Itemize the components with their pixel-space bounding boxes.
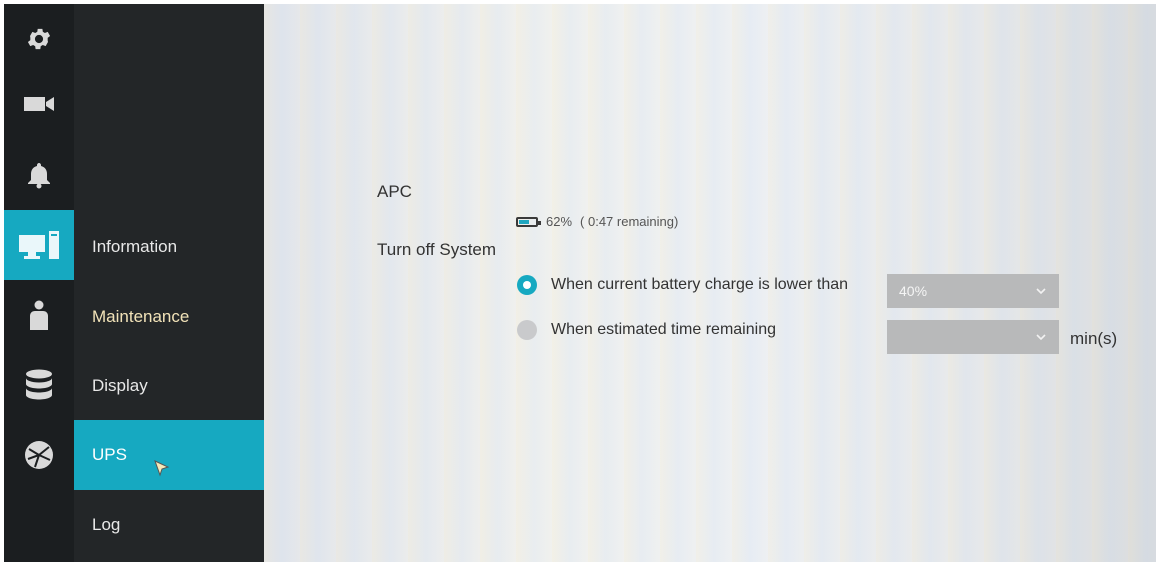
select-value: 40%: [899, 283, 928, 299]
system-submenu: Information Maintenance Display UPS Log: [74, 4, 264, 562]
rail-camera[interactable]: [4, 69, 74, 139]
mouse-pointer-icon: [154, 460, 170, 483]
battery-status: 62% ( 0:47 remaining): [516, 214, 678, 229]
option-label: When current battery charge is lower tha…: [551, 276, 849, 293]
submenu-information[interactable]: Information: [74, 212, 264, 282]
chevron-down-icon: [1035, 330, 1047, 346]
option-battery-charge[interactable]: When current battery charge is lower tha…: [517, 275, 848, 295]
camera-icon: [23, 93, 55, 115]
rail-user[interactable]: [4, 280, 74, 350]
rail-storage[interactable]: [4, 350, 74, 420]
gear-icon: [25, 25, 53, 53]
rail-settings[interactable]: [4, 4, 74, 74]
nvr-settings-window: Information Maintenance Display UPS Log …: [4, 4, 1156, 562]
radio-time-remaining[interactable]: [517, 320, 537, 340]
computer-icon: [18, 230, 60, 260]
submenu-ups[interactable]: UPS: [74, 420, 264, 490]
rail-alarm[interactable]: [4, 140, 74, 210]
bell-icon: [26, 161, 52, 189]
user-icon: [27, 300, 51, 330]
option-time-remaining[interactable]: When estimated time remaining: [517, 320, 776, 340]
database-icon: [24, 369, 54, 401]
submenu-label: Information: [92, 237, 178, 256]
ups-vendor-label: APC: [377, 182, 412, 201]
radio-battery-charge[interactable]: [517, 275, 537, 295]
time-remaining-select[interactable]: [887, 320, 1059, 354]
ups-settings-panel: APC 62% ( 0:47 remaining) Turn off Syste…: [264, 4, 1156, 562]
network-icon: [23, 439, 55, 471]
chevron-down-icon: [1035, 284, 1047, 300]
rail-network[interactable]: [4, 420, 74, 490]
turn-off-system-label: Turn off System: [377, 240, 497, 259]
rail-system[interactable]: [4, 210, 74, 280]
submenu-label: Display: [92, 376, 148, 395]
submenu-label: Maintenance: [92, 307, 190, 326]
submenu-label: UPS: [92, 445, 127, 464]
battery-percent: 62%: [546, 214, 573, 229]
submenu-label: Log: [92, 515, 121, 534]
submenu-maintenance[interactable]: Maintenance: [74, 282, 264, 352]
battery-remaining: ( 0:47 remaining): [580, 214, 679, 229]
icon-rail: [4, 4, 74, 562]
battery-icon: [516, 216, 541, 227]
minutes-unit-label: min(s): [1070, 329, 1118, 348]
option-label: When estimated time remaining: [551, 321, 776, 338]
submenu-display[interactable]: Display: [74, 351, 264, 421]
submenu-log[interactable]: Log: [74, 490, 264, 560]
battery-threshold-select[interactable]: 40%: [887, 274, 1059, 308]
